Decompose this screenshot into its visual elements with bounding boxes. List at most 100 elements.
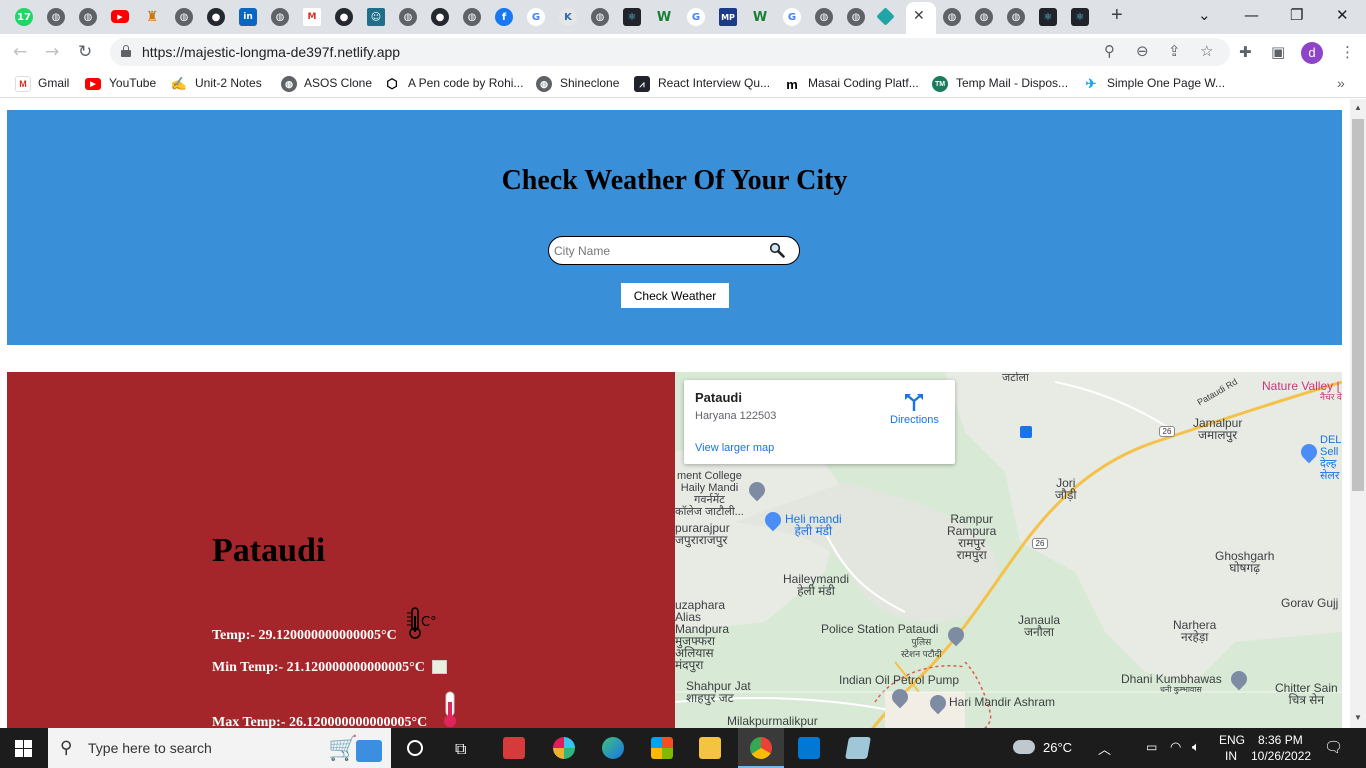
- globe-tab-icon[interactable]: ◍: [847, 8, 865, 26]
- share-icon[interactable]: ⇪: [1168, 42, 1181, 60]
- k-tab-icon[interactable]: K: [559, 8, 577, 26]
- globe-tab-icon[interactable]: ◍: [399, 8, 417, 26]
- url-text[interactable]: https://majestic-longma-de397f.netlify.a…: [142, 44, 400, 60]
- masai-icon[interactable]: m: [784, 76, 800, 92]
- tab-search-icon[interactable]: ⌄: [1198, 6, 1211, 24]
- view-larger-map-link[interactable]: View larger map: [695, 442, 774, 454]
- w-tab-icon[interactable]: W: [751, 8, 769, 26]
- gmail-icon[interactable]: M: [15, 76, 31, 92]
- cortana-icon[interactable]: [407, 740, 423, 756]
- facebook-tab-icon[interactable]: f: [495, 8, 513, 26]
- netlify-tab-icon[interactable]: [876, 7, 895, 26]
- vscode-app-icon[interactable]: [798, 737, 820, 759]
- close-window-icon[interactable]: ✕: [1336, 6, 1349, 24]
- bookmark-masai[interactable]: Masai Coding Platf...: [808, 76, 919, 90]
- task-view-icon[interactable]: ⧉: [455, 739, 466, 759]
- codepen-icon[interactable]: ⬡: [384, 76, 400, 92]
- tempmail-icon[interactable]: TM: [932, 76, 948, 92]
- scroll-up-arrow-icon[interactable]: ▲: [1354, 103, 1362, 112]
- w-tab-icon[interactable]: W: [655, 8, 673, 26]
- notes-app-icon[interactable]: [845, 737, 871, 759]
- google-tab-icon[interactable]: G: [783, 8, 801, 26]
- clock-time[interactable]: 8:36 PM: [1258, 733, 1303, 747]
- network-icon[interactable]: ◠: [1170, 739, 1181, 755]
- notes-icon[interactable]: ✍: [171, 76, 187, 92]
- github-tab-icon[interactable]: ●: [207, 8, 225, 26]
- linkedin-tab-icon[interactable]: in: [239, 8, 257, 26]
- globe-icon[interactable]: ◍: [536, 76, 552, 92]
- scroll-down-arrow-icon[interactable]: ▼: [1354, 713, 1362, 722]
- lock-icon[interactable]: [121, 45, 131, 57]
- globe-tab-icon[interactable]: ◍: [815, 8, 833, 26]
- clock-date[interactable]: 10/26/2022: [1251, 749, 1311, 763]
- bookmark-star-icon[interactable]: ☆: [1200, 42, 1213, 60]
- mp-tab-icon[interactable]: MP: [719, 8, 737, 26]
- bookmark-simple-one-page[interactable]: Simple One Page W...: [1107, 76, 1225, 90]
- bird-icon[interactable]: ✈: [1083, 76, 1099, 92]
- more-bookmarks-icon[interactable]: »: [1337, 75, 1345, 91]
- globe-tab-icon[interactable]: ◍: [463, 8, 481, 26]
- react-tab-icon[interactable]: ⚛: [1071, 8, 1089, 26]
- github-tab-icon[interactable]: ●: [431, 8, 449, 26]
- directions-icon[interactable]: [903, 392, 925, 412]
- globe-tab-icon[interactable]: ◍: [79, 8, 97, 26]
- google-map-embed[interactable]: Pataudi Haryana 122503 View larger map D…: [675, 372, 1342, 728]
- city-search-box[interactable]: [548, 236, 800, 265]
- zoom-icon[interactable]: ⊖: [1136, 42, 1149, 60]
- check-weather-button[interactable]: Check Weather: [621, 283, 729, 308]
- globe-icon[interactable]: ◍: [281, 76, 297, 92]
- region-indicator[interactable]: IN: [1225, 749, 1237, 763]
- store-app-icon[interactable]: [651, 737, 673, 759]
- google-tab-icon[interactable]: G: [527, 8, 545, 26]
- bookmark-shineclone[interactable]: Shineclone: [560, 76, 619, 90]
- globe-tab-icon[interactable]: ◍: [47, 8, 65, 26]
- language-indicator[interactable]: ENG: [1219, 733, 1245, 747]
- new-tab-icon[interactable]: +: [1111, 4, 1123, 27]
- globe-tab-icon[interactable]: ◍: [175, 8, 193, 26]
- volume-icon[interactable]: 🔈︎: [1192, 739, 1200, 755]
- restore-icon[interactable]: ❐: [1290, 6, 1303, 24]
- pin-tab-icon[interactable]: ♜: [143, 8, 161, 26]
- profile-tab-icon[interactable]: ☺: [367, 8, 385, 26]
- minimize-icon[interactable]: —: [1244, 6, 1259, 24]
- location-icon[interactable]: ⚲: [1104, 42, 1115, 60]
- notification-icon[interactable]: 🗨︎: [1324, 738, 1343, 756]
- globe-tab-icon[interactable]: ◍: [1007, 8, 1025, 26]
- bus-stop-icon[interactable]: [1020, 426, 1032, 438]
- bookmark-asos-clone[interactable]: ASOS Clone: [304, 76, 372, 90]
- weather-cloud-icon[interactable]: [1013, 740, 1035, 754]
- reload-icon[interactable]: ↻: [78, 42, 92, 62]
- react-icon[interactable]: ⩘: [634, 76, 650, 92]
- gmail-tab-icon[interactable]: M: [303, 8, 321, 26]
- city-name-input[interactable]: [554, 242, 764, 259]
- menu-icon[interactable]: ⋮: [1340, 43, 1355, 61]
- bookmark-temp-mail[interactable]: Temp Mail - Dispos...: [956, 76, 1068, 90]
- bookmark-codepen[interactable]: A Pen code by Rohi...: [408, 76, 523, 90]
- side-panel-icon[interactable]: ▣: [1271, 43, 1285, 61]
- forward-icon[interactable]: →: [45, 42, 59, 62]
- directions-link[interactable]: Directions: [890, 414, 939, 426]
- windows-start-icon[interactable]: [15, 740, 32, 757]
- globe-tab-icon[interactable]: ◍: [943, 8, 961, 26]
- youtube-icon[interactable]: ▶: [85, 78, 101, 90]
- file-explorer-app-icon[interactable]: [699, 737, 721, 759]
- globe-tab-icon[interactable]: ◍: [975, 8, 993, 26]
- github-tab-icon[interactable]: ●: [335, 8, 353, 26]
- bookmark-react-interview[interactable]: React Interview Qu...: [658, 76, 770, 90]
- scroll-thumb[interactable]: [1352, 119, 1364, 491]
- taskbar-search-box[interactable]: ⚲ Type here to search 🛒: [48, 728, 391, 768]
- profile-avatar[interactable]: d: [1301, 42, 1323, 64]
- taskbar-weather[interactable]: 26°C: [1043, 740, 1072, 755]
- bookmark-unit2-notes[interactable]: Unit-2 Notes: [195, 76, 262, 90]
- recorder-app-icon[interactable]: [503, 737, 525, 759]
- search-icon[interactable]: [769, 242, 785, 258]
- page-scrollbar[interactable]: ▲ ▼: [1350, 99, 1366, 728]
- edge-app-icon[interactable]: [602, 737, 624, 759]
- address-bar[interactable]: https://majestic-longma-de397f.netlify.a…: [110, 38, 1230, 66]
- back-icon[interactable]: ←: [13, 42, 27, 62]
- youtube-tab-icon[interactable]: ▶: [111, 10, 129, 23]
- globe-tab-icon[interactable]: ◍: [591, 8, 609, 26]
- react-tab-icon[interactable]: ⚛: [1039, 8, 1057, 26]
- google-tab-icon[interactable]: G: [687, 8, 705, 26]
- chrome-app-icon[interactable]: [750, 737, 772, 759]
